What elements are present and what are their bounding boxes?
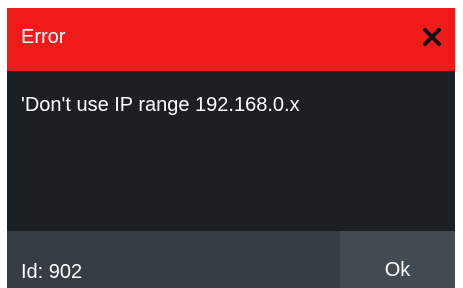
ok-button[interactable]: Ok xyxy=(340,231,455,288)
error-id: Id: 902 xyxy=(21,261,83,283)
dialog-title-bar: Error xyxy=(7,8,455,71)
error-message: 'Don't use IP range 192.168.0.x xyxy=(21,94,300,116)
close-icon xyxy=(423,28,441,46)
dialog-body: 'Don't use IP range 192.168.0.x xyxy=(7,71,455,231)
error-dialog: Error 'Don't use IP range 192.168.0.x Id… xyxy=(7,8,455,288)
dialog-footer: Id: 902 Ok xyxy=(7,231,455,288)
dialog-title: Error xyxy=(21,26,66,48)
close-button[interactable] xyxy=(415,20,449,54)
